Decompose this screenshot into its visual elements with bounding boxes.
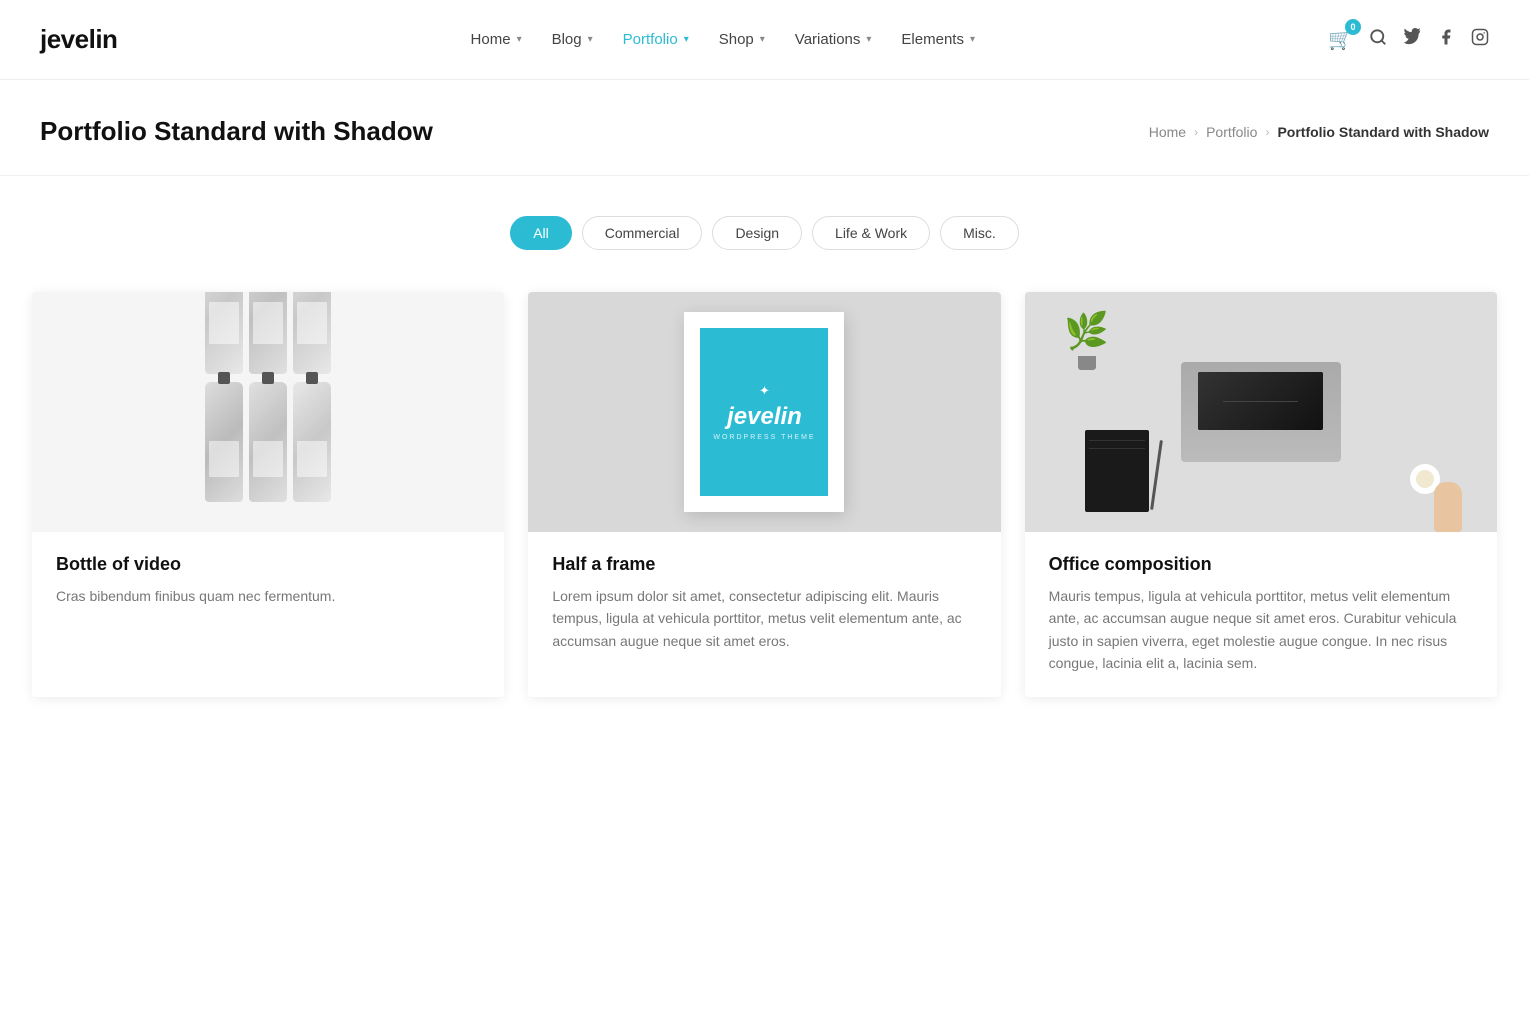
bottle	[293, 292, 331, 374]
cart-badge: 0	[1345, 19, 1361, 35]
facebook-icon[interactable]	[1437, 28, 1455, 51]
breadcrumb-separator: ›	[1265, 125, 1269, 139]
notebook-line	[1089, 448, 1145, 449]
portfolio-card: ✦ jevelin WORDPRESS THEME Half a frame L…	[528, 292, 1000, 697]
breadcrumb-home[interactable]: Home	[1149, 124, 1186, 140]
logo[interactable]: jevelin	[40, 24, 117, 55]
bottle-label	[209, 441, 239, 477]
bottle-label	[209, 302, 239, 344]
plant: 🌿	[1063, 310, 1111, 370]
bottle-label	[297, 302, 327, 344]
card-description: Lorem ipsum dolor sit amet, consectetur …	[552, 585, 976, 652]
nav-home[interactable]: Home ▾	[459, 23, 534, 56]
card-description: Mauris tempus, ligula at vehicula portti…	[1049, 585, 1473, 675]
filter-commercial[interactable]: Commercial	[582, 216, 703, 250]
frame-graphic: ✦ jevelin WORDPRESS THEME	[664, 292, 864, 532]
chevron-down-icon: ▾	[970, 34, 975, 45]
nav-blog[interactable]: Blog ▾	[540, 23, 605, 56]
frame-logo-text: jevelin	[727, 403, 802, 431]
plant-pot	[1078, 356, 1096, 370]
page-header: Portfolio Standard with Shadow Home › Po…	[0, 80, 1529, 176]
laptop-screen-content	[1198, 372, 1323, 430]
coffee-liquid	[1416, 470, 1434, 488]
nav-actions: 🛒 0	[1328, 27, 1489, 52]
card-body: Bottle of video Cras bibendum finibus qu…	[32, 532, 504, 629]
card-title: Bottle of video	[56, 554, 480, 575]
bottle-label	[253, 441, 283, 477]
twitter-icon[interactable]	[1403, 28, 1421, 51]
office-graphic: 🌿	[1025, 292, 1497, 532]
search-icon[interactable]	[1369, 28, 1387, 51]
main-nav: Home ▾ Blog ▾ Portfolio ▾ Shop ▾ Variati…	[459, 23, 987, 56]
breadcrumb-separator: ›	[1194, 125, 1198, 139]
portfolio-card: Bottle of video Cras bibendum finibus qu…	[32, 292, 504, 697]
frame-logo-tagline: WORDPRESS THEME	[713, 434, 815, 441]
chevron-down-icon: ▾	[684, 34, 689, 45]
laptop-screen	[1198, 372, 1323, 430]
notebook	[1085, 430, 1149, 512]
bottles-graphic	[185, 292, 351, 532]
bottle	[293, 382, 331, 502]
bottle	[249, 292, 287, 374]
bottle-cap	[306, 372, 318, 384]
bottle-cap	[262, 372, 274, 384]
bottle-cap	[218, 372, 230, 384]
nav-portfolio[interactable]: Portfolio ▾	[611, 23, 701, 56]
frame-outer: ✦ jevelin WORDPRESS THEME	[684, 312, 844, 512]
page-title: Portfolio Standard with Shadow	[40, 116, 433, 147]
chevron-down-icon: ▾	[760, 34, 765, 45]
filter-design[interactable]: Design	[712, 216, 802, 250]
card-title: Office composition	[1049, 554, 1473, 575]
frame-inner: ✦ jevelin WORDPRESS THEME	[700, 328, 828, 496]
bottle	[205, 292, 243, 374]
breadcrumb-portfolio[interactable]: Portfolio	[1206, 124, 1257, 140]
screen-line	[1223, 401, 1298, 402]
portfolio-card: 🌿	[1025, 292, 1497, 697]
instagram-icon[interactable]	[1471, 28, 1489, 51]
chevron-down-icon: ▾	[517, 34, 522, 45]
hand	[1434, 482, 1462, 532]
card-image-bottles	[32, 292, 504, 532]
card-body: Office composition Mauris tempus, ligula…	[1025, 532, 1497, 697]
chevron-down-icon: ▾	[588, 34, 593, 45]
card-description: Cras bibendum finibus quam nec fermentum…	[56, 585, 480, 607]
header: jevelin Home ▾ Blog ▾ Portfolio ▾ Shop ▾…	[0, 0, 1529, 80]
card-image-frame: ✦ jevelin WORDPRESS THEME	[528, 292, 1000, 532]
portfolio-grid: Bottle of video Cras bibendum finibus qu…	[0, 280, 1529, 749]
filter-bar: All Commercial Design Life & Work Misc.	[0, 176, 1529, 280]
breadcrumb: Home › Portfolio › Portfolio Standard wi…	[1149, 124, 1489, 140]
chevron-down-icon: ▾	[866, 34, 871, 45]
breadcrumb-current: Portfolio Standard with Shadow	[1277, 124, 1489, 140]
cart-button[interactable]: 🛒 0	[1328, 27, 1353, 52]
filter-misc[interactable]: Misc.	[940, 216, 1019, 250]
laptop	[1181, 362, 1341, 462]
bottle-label	[297, 441, 327, 477]
nav-elements[interactable]: Elements ▾	[889, 23, 987, 56]
plant-leaves-icon: 🌿	[1064, 310, 1109, 352]
bottle	[205, 382, 243, 502]
bottle	[249, 382, 287, 502]
filter-all[interactable]: All	[510, 216, 572, 250]
notebook-line	[1089, 440, 1145, 441]
bottle-label	[253, 302, 283, 344]
frame-logo-icon: ✦	[759, 383, 770, 399]
nav-shop[interactable]: Shop ▾	[707, 23, 777, 56]
nav-variations[interactable]: Variations ▾	[783, 23, 884, 56]
card-title: Half a frame	[552, 554, 976, 575]
card-image-office: 🌿	[1025, 292, 1497, 532]
pen	[1150, 440, 1163, 510]
card-body: Half a frame Lorem ipsum dolor sit amet,…	[528, 532, 1000, 674]
filter-life-work[interactable]: Life & Work	[812, 216, 930, 250]
